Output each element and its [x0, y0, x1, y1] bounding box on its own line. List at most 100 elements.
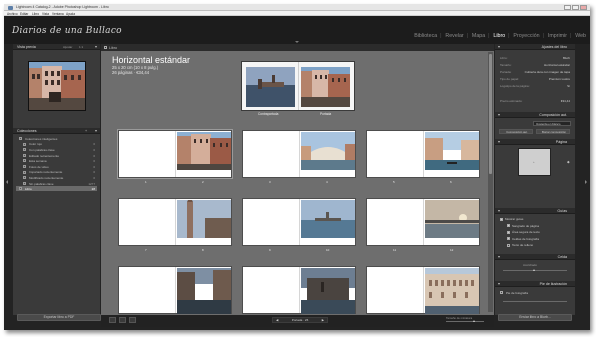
page-navigator[interactable]: ◀ Portada · 26 ▶	[272, 317, 328, 323]
collapse-triangle-icon[interactable]	[498, 140, 500, 143]
minimize-button[interactable]	[564, 5, 571, 10]
multi-page-view-icon[interactable]	[104, 46, 107, 49]
guide-checkbox[interactable]	[507, 237, 510, 241]
module-libro[interactable]: Libro	[493, 33, 505, 39]
autolayout-header[interactable]: Composición aut.	[495, 112, 575, 118]
book-setting-value[interactable]: Premium Lustre	[549, 77, 570, 81]
page-header[interactable]: Página	[495, 139, 575, 145]
collapse-triangle-icon[interactable]	[95, 129, 97, 132]
collection-item[interactable]: Fotos de video 0	[16, 164, 97, 169]
collapse-triangle-icon[interactable]	[498, 45, 500, 48]
module-mapa[interactable]: Mapa	[472, 33, 485, 39]
page-photo[interactable]	[425, 132, 479, 170]
cell-padding-knob[interactable]	[533, 269, 535, 271]
cell-header[interactable]: Celda	[495, 254, 575, 260]
thumbnail-size-knob[interactable]	[473, 320, 475, 322]
book-setting-row[interactable]: Libro: Blurb	[498, 55, 572, 60]
single-page-view-button[interactable]	[129, 317, 136, 323]
export-pdf-button[interactable]: Exportar libro a PDF	[17, 314, 101, 321]
page-photo[interactable]	[177, 132, 231, 170]
photo-caption-checkbox[interactable]	[500, 291, 503, 294]
collapse-triangle-icon[interactable]	[498, 255, 500, 258]
book-setting-value[interactable]: €34,44	[561, 99, 570, 103]
collapse-triangle-icon[interactable]	[498, 282, 500, 285]
menu-ayuda[interactable]: Ayuda	[66, 12, 75, 16]
close-window-button[interactable]	[580, 5, 587, 10]
collapse-triangle-icon[interactable]	[95, 45, 97, 48]
navigator-header[interactable]: Vista previa Ajustar 1:1	[13, 44, 100, 50]
collection-item[interactable]: Esta semana 0	[16, 158, 97, 163]
module-imprimir[interactable]: Imprimir	[548, 33, 567, 39]
clear-layout-button[interactable]: Borrar composición	[536, 129, 570, 134]
collection-item[interactable]: Importado recientemente 0	[16, 170, 97, 175]
module-revelar[interactable]: Revelar	[445, 33, 463, 39]
next-page-icon[interactable]: ▶	[322, 318, 324, 323]
collection-item[interactable]: Editado recientemente 0	[16, 153, 97, 158]
caption-header[interactable]: Pie de ilustración	[495, 281, 575, 287]
collection-item[interactable]: Con palabras clave 0	[16, 147, 97, 152]
collection-item[interactable]: Colecciones inteligentes	[16, 136, 97, 141]
page-photo[interactable]	[301, 268, 355, 314]
collection-item[interactable]: Color rojo 0	[16, 142, 97, 147]
collapse-triangle-icon[interactable]	[498, 113, 500, 116]
page-photo[interactable]	[177, 200, 231, 238]
page-spread[interactable]	[242, 198, 356, 246]
cell-padding-slider[interactable]	[503, 270, 567, 271]
autolayout-button[interactable]: Composición aut.	[499, 129, 533, 134]
page-spread[interactable]	[366, 130, 480, 178]
page-spread[interactable]	[117, 129, 233, 179]
book-setting-row[interactable]: Tamaño: Horizontal estándar	[498, 62, 572, 67]
book-setting-row[interactable]: Portada: Cubierta dura con imagen de tapa	[498, 69, 572, 74]
menu-libro[interactable]: Libro	[32, 12, 39, 16]
template-picker-icon[interactable]: ◆	[567, 160, 570, 164]
previous-page-icon[interactable]: ◀	[276, 318, 278, 323]
book-scrollbar[interactable]	[488, 52, 493, 312]
module-biblioteca[interactable]: Biblioteca	[414, 33, 437, 39]
module-web[interactable]: Web	[575, 33, 586, 39]
book-setting-row[interactable]: Tipo de papel: Premium Lustre	[498, 76, 572, 81]
menu-archivo[interactable]: Archivo	[7, 12, 18, 16]
page-photo[interactable]	[301, 132, 355, 170]
add-collection-icon[interactable]: +	[85, 129, 87, 133]
book-settings-header[interactable]: Ajustes del libro	[495, 44, 575, 50]
collapse-triangle-icon[interactable]	[498, 209, 500, 212]
book-setting-value[interactable]: Horizontal estándar	[544, 63, 570, 67]
menu-editar[interactable]: Editar	[20, 12, 28, 16]
guide-checkbox[interactable]	[507, 230, 510, 234]
module-proyeccion[interactable]: Proyección	[513, 33, 539, 39]
page-photo[interactable]	[425, 268, 479, 314]
spread-view-button[interactable]	[119, 317, 126, 323]
page-template-preview[interactable]: +	[518, 148, 551, 176]
guides-header[interactable]: Guías	[495, 208, 575, 214]
guide-checkbox[interactable]	[507, 243, 510, 247]
scrollbar-thumb[interactable]	[489, 54, 492, 174]
preview-zoom-1to1[interactable]: 1:1	[79, 45, 83, 49]
top-panel-collapse-arrow-icon[interactable]	[295, 41, 299, 43]
page-spread[interactable]	[118, 198, 232, 246]
left-panel-collapse-arrow-icon[interactable]	[6, 180, 8, 184]
book-cover-spread[interactable]	[241, 61, 355, 111]
book-setting-value[interactable]: Sí	[567, 84, 570, 88]
guide-checkbox[interactable]	[500, 217, 503, 221]
collection-item[interactable]: Sin palabras clave 1277	[16, 181, 97, 186]
page-spread[interactable]	[366, 266, 480, 314]
menu-ventana[interactable]: Ventana	[52, 12, 64, 16]
menu-vista[interactable]: Vista	[42, 12, 49, 16]
page-spread[interactable]	[242, 130, 356, 178]
page-spread[interactable]	[366, 198, 480, 246]
caption-offset-slider[interactable]	[503, 301, 567, 302]
collection-item[interactable]: Modificado recientemente 0	[16, 175, 97, 180]
book-setting-row[interactable]: Logotipo de la página: Sí	[498, 83, 572, 88]
page-spread[interactable]	[242, 266, 356, 314]
book-setting-row[interactable]: Precio estimado: €34,44	[498, 98, 572, 103]
multi-page-view-button[interactable]	[109, 317, 116, 323]
page-photo[interactable]	[301, 200, 355, 238]
collection-item[interactable]: Libro 28	[16, 186, 97, 192]
book-setting-value[interactable]: Blurb	[563, 56, 570, 60]
right-panel-collapse-arrow-icon[interactable]	[585, 180, 587, 184]
collections-header[interactable]: Colecciones +	[13, 128, 100, 134]
page-photo[interactable]	[425, 200, 479, 238]
page-spread[interactable]	[118, 266, 232, 314]
guide-checkbox[interactable]	[507, 224, 510, 228]
autolayout-preset-dropdown[interactable]: Izquierda en blanco	[533, 121, 571, 126]
